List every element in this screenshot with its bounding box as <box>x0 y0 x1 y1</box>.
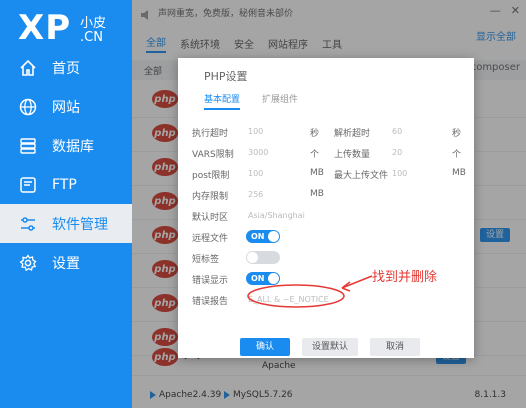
annotation-overlay <box>247 275 373 308</box>
annotation-arrow <box>341 275 373 289</box>
annotation-text: 找到并删除 <box>372 270 438 285</box>
annotation-circle <box>247 284 345 308</box>
